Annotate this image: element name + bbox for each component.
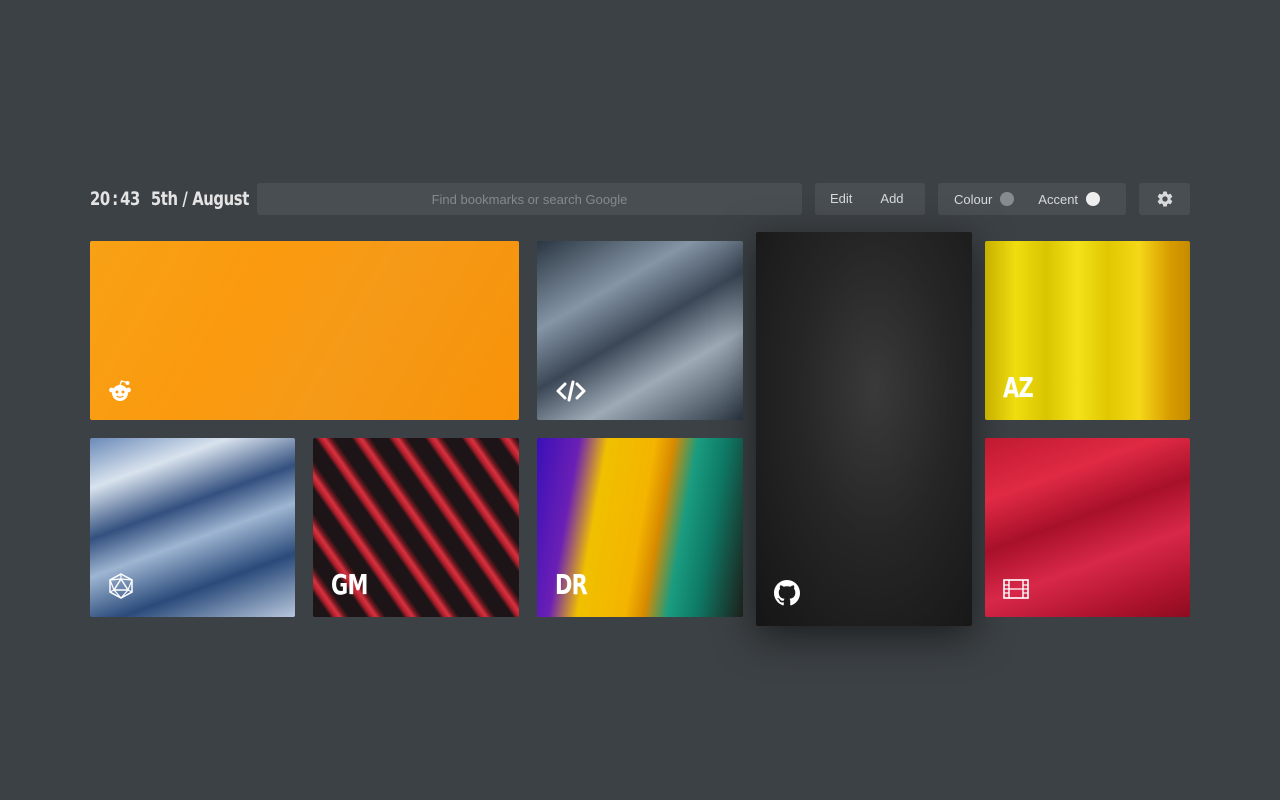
colour-switch[interactable] [1000, 192, 1015, 206]
bookmark-tile-code[interactable] [537, 241, 743, 420]
bookmark-tile-dice[interactable] [90, 438, 295, 617]
tile-letters: GM [331, 568, 368, 601]
date: 5th / August [150, 188, 249, 210]
clock-hours: 20 [90, 188, 110, 210]
bookmark-tile-az[interactable]: AZ [985, 241, 1190, 420]
accent-toggle[interactable]: Accent [1024, 183, 1110, 215]
settings-button[interactable] [1139, 183, 1190, 215]
edit-add-group: Edit Add [815, 183, 925, 215]
bookmark-tile-reddit[interactable] [90, 241, 519, 420]
tile-letters: AZ [1003, 371, 1034, 404]
theme-toggles: Colour Accent [938, 183, 1126, 215]
add-button[interactable]: Add [867, 183, 918, 215]
clock-minutes: 43 [120, 188, 140, 210]
film-icon [1003, 579, 1029, 599]
d20-icon [109, 573, 133, 599]
bookmark-tile-gm[interactable]: GM [313, 438, 519, 617]
github-icon [774, 580, 800, 606]
code-icon [556, 380, 586, 402]
tile-letters: DR [555, 568, 588, 601]
colour-toggle[interactable]: Colour [938, 183, 1024, 215]
gear-icon [1157, 191, 1172, 207]
accent-switch[interactable] [1086, 192, 1101, 206]
bookmark-tile-dr[interactable]: DR [537, 438, 743, 617]
reddit-icon [109, 380, 131, 401]
edit-button[interactable]: Edit [815, 183, 867, 215]
search-input[interactable] [257, 183, 802, 215]
bookmark-tile-github[interactable] [756, 232, 972, 626]
top-bar: 20:43 5th / August Edit Add Colour Accent [90, 183, 1190, 215]
colour-label: Colour [954, 191, 993, 207]
clock-separator: : [112, 188, 118, 210]
accent-label: Accent [1038, 191, 1079, 207]
bookmark-tile-film[interactable] [985, 438, 1190, 617]
clock: 20:43 5th / August [90, 183, 249, 215]
